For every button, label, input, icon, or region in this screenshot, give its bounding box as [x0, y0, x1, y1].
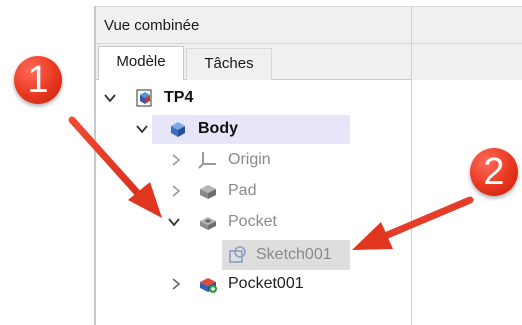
chevron-down-icon[interactable]: [168, 216, 180, 228]
tree-row-document[interactable]: TP4: [104, 84, 354, 112]
panel-title: Vue combinée: [104, 17, 200, 34]
badge-2: 2: [470, 148, 518, 196]
document-icon: [134, 88, 154, 108]
sketch-icon: [228, 245, 248, 265]
chevron-right-icon[interactable]: [170, 278, 182, 290]
tree-row-pocket001[interactable]: Pocket001: [168, 270, 368, 298]
tree-row-body[interactable]: Body: [136, 115, 350, 143]
left-margin: [0, 0, 94, 325]
chevron-right-icon[interactable]: [170, 154, 182, 166]
origin-label: Origin: [228, 151, 271, 168]
document-label: TP4: [164, 89, 194, 106]
pocket001-icon: [198, 274, 218, 294]
chevron-right-icon[interactable]: [170, 185, 182, 197]
panel-title-bar: Vue combinée: [96, 7, 522, 44]
tree-row-origin[interactable]: Origin: [168, 146, 368, 174]
pocket001-label: Pocket001: [228, 275, 304, 292]
pocket-icon: [198, 212, 218, 232]
tree-row-pocket[interactable]: Pocket: [168, 208, 368, 236]
chevron-down-icon[interactable]: [136, 123, 148, 135]
tab-tasks[interactable]: Tâches: [186, 48, 272, 80]
panel-right-edge: [411, 6, 412, 325]
sketch001-label: Sketch001: [256, 246, 332, 263]
tree-row-pad[interactable]: Pad: [168, 177, 368, 205]
badge-1: 1: [14, 56, 62, 104]
body-icon: [168, 119, 188, 139]
pocket-label: Pocket: [228, 213, 277, 230]
origin-icon: [198, 150, 218, 170]
tab-model[interactable]: Modèle: [98, 46, 184, 80]
body-label: Body: [198, 120, 238, 137]
pad-icon: [198, 181, 218, 201]
pad-label: Pad: [228, 182, 257, 199]
tree-row-sketch001[interactable]: Sketch001: [224, 241, 350, 269]
chevron-down-icon[interactable]: [104, 92, 116, 104]
